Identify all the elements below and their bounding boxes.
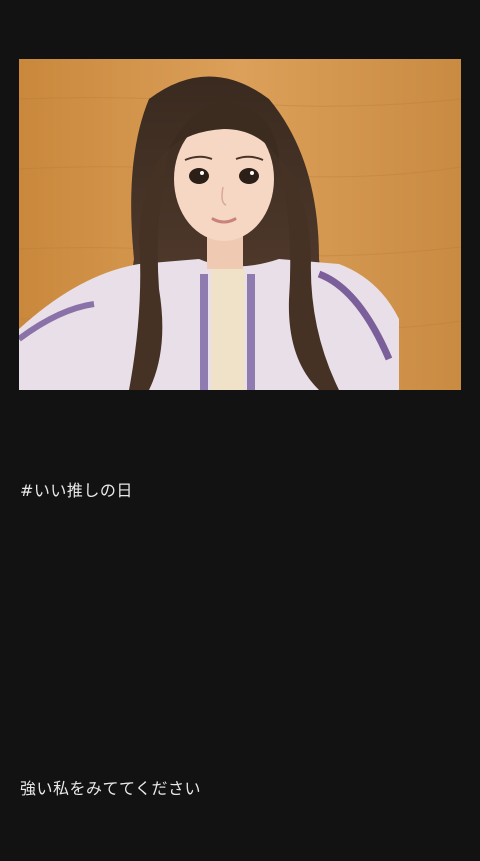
- post-photo[interactable]: [19, 59, 461, 390]
- hashtag-text[interactable]: #いい推しの日: [20, 477, 133, 501]
- photo-illustration: [19, 59, 461, 390]
- message-text: 強い私をみててください: [20, 779, 202, 798]
